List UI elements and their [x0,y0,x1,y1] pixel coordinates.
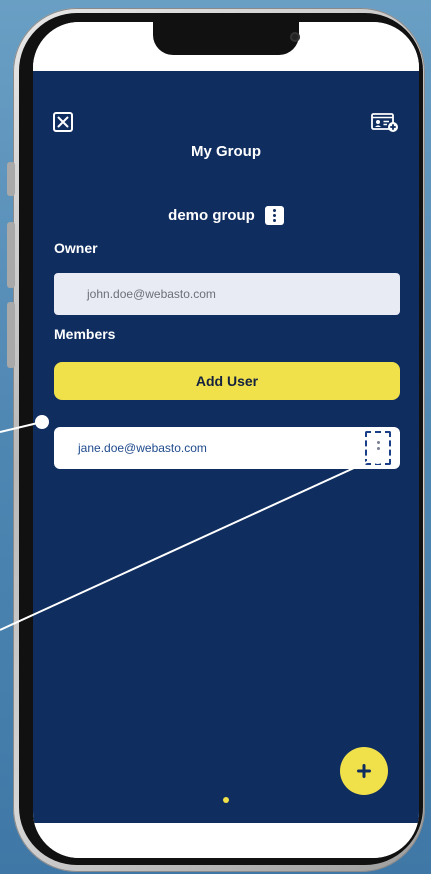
app-view: My Group demo group Owner john.doe@webas… [33,71,419,823]
page-title: My Group [191,143,261,160]
mute-switch [7,162,15,196]
volume-down-button [7,302,15,368]
member-options-button[interactable] [365,431,391,465]
group-name: demo group [168,207,255,224]
add-fab-button[interactable] [340,747,388,795]
more-vertical-icon [272,209,276,212]
add-contact-button[interactable] [371,111,399,133]
camera-icon [290,32,300,42]
more-vertical-icon [376,440,380,444]
add-user-button[interactable]: Add User [54,362,400,400]
notch [153,22,300,55]
members-label: Members [54,326,116,342]
phone-screen: My Group demo group Owner john.doe@webas… [33,22,419,858]
close-button[interactable] [53,112,73,132]
owner-label: Owner [54,240,98,256]
contact-add-icon [371,113,398,132]
more-vertical-icon-dot [376,446,380,450]
close-icon [57,116,69,128]
more-vertical-icon-dot [376,452,380,456]
page-indicator-dot [223,797,229,803]
group-header: demo group [33,206,419,225]
more-vertical-icon-dot [272,219,276,222]
plus-icon [357,764,371,778]
owner-email-field: john.doe@webasto.com [54,273,400,315]
member-list-item[interactable]: jane.doe@webasto.com [54,427,400,469]
home-indicator-area [33,823,419,858]
volume-up-button [7,222,15,288]
more-vertical-icon-dot [272,214,276,217]
group-options-button[interactable] [264,206,284,225]
